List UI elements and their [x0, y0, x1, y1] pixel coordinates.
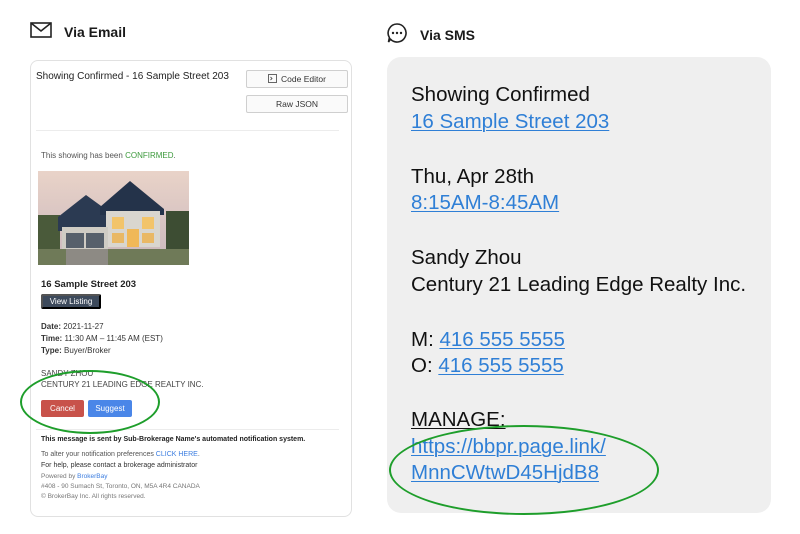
brokerbay-link[interactable]: BrokerBay	[77, 473, 107, 480]
date-value: 2021-11-27	[63, 322, 104, 331]
sms-mobile-label: M:	[411, 328, 440, 351]
confirmation-prefix: This showing has been	[41, 151, 126, 160]
code-editor-button[interactable]: Code Editor	[246, 70, 348, 88]
type-row: Type: Buyer/Broker	[41, 346, 111, 355]
footer-help: For help, please contact a brokerage adm…	[41, 462, 198, 469]
time-row: Time: 11:30 AM – 11:45 AM (EST)	[41, 334, 163, 343]
confirmation-suffix: .	[173, 151, 176, 160]
confirmation-message: This showing has been CONFIRMED.	[41, 151, 176, 160]
footer-powered-by: Powered by BrokerBay	[41, 473, 108, 480]
view-listing-button[interactable]: View Listing	[41, 294, 101, 309]
raw-json-label: Raw JSON	[275, 99, 319, 109]
code-editor-icon	[268, 73, 277, 85]
sms-office-row: O: 416 555 5555	[411, 354, 564, 378]
confirmation-status: CONFIRMED	[125, 151, 174, 160]
type-value: Buyer/Broker	[63, 346, 111, 355]
sms-column-header: Via SMS	[386, 22, 475, 47]
sms-office-link[interactable]: 416 555 5555	[438, 354, 563, 377]
email-column-header: Via Email	[30, 22, 126, 41]
sms-time-link[interactable]: 8:15AM-8:45AM	[411, 191, 559, 215]
sms-column-title: Via SMS	[420, 26, 475, 43]
sms-date: Thu, Apr 28th	[411, 165, 535, 188]
raw-json-button[interactable]: Raw JSON	[246, 95, 348, 113]
sms-brokerage: Century 21 Leading Edge Realty Inc.	[411, 273, 747, 296]
mail-icon	[30, 22, 52, 41]
powered-by-text: Powered by	[41, 473, 78, 480]
sms-office-label: O:	[411, 354, 439, 377]
click-here-link[interactable]: CLICK HERE	[156, 451, 198, 458]
footer-preferences-suffix: .	[197, 451, 200, 458]
date-row: Date: 2021-11-27	[41, 322, 104, 331]
sms-mobile-row: M: 416 555 5555	[411, 328, 565, 352]
date-label: Date:	[41, 322, 62, 331]
time-value: 11:30 AM – 11:45 AM (EST)	[64, 334, 163, 343]
email-buttons-highlight	[20, 370, 160, 434]
listing-photo	[38, 171, 189, 265]
email-preview-card: Showing Confirmed - 16 Sample Street 203…	[30, 60, 352, 517]
email-subject: Showing Confirmed - 16 Sample Street 203	[36, 71, 229, 82]
email-column-title: Via Email	[64, 23, 127, 40]
footer-preferences: To alter your notification preferences C…	[41, 451, 200, 458]
footer-address: #408 - 90 Sumach St, Toronto, ON, M5A 4R…	[41, 483, 200, 490]
code-editor-label: Code Editor	[281, 74, 326, 84]
sms-manage-link-highlight	[389, 425, 659, 515]
chat-bubble-icon	[386, 22, 408, 47]
time-label: Time:	[41, 334, 63, 343]
email-divider	[36, 130, 339, 131]
sms-title: Showing Confirmed	[411, 83, 590, 106]
sms-mobile-link[interactable]: 416 555 5555	[439, 328, 564, 351]
type-label: Type:	[41, 346, 62, 355]
sms-agent-name: Sandy Zhou	[411, 246, 522, 269]
listing-title: 16 Sample Street 203	[41, 279, 137, 290]
footer-copyright: © BrokerBay Inc. All rights reserved.	[41, 493, 146, 500]
footer-system-note: This message is sent by Sub-Brokerage Na…	[41, 436, 306, 443]
sms-address-link[interactable]: 16 Sample Street 203	[411, 110, 609, 134]
footer-preferences-text: To alter your notification preferences	[41, 451, 156, 458]
